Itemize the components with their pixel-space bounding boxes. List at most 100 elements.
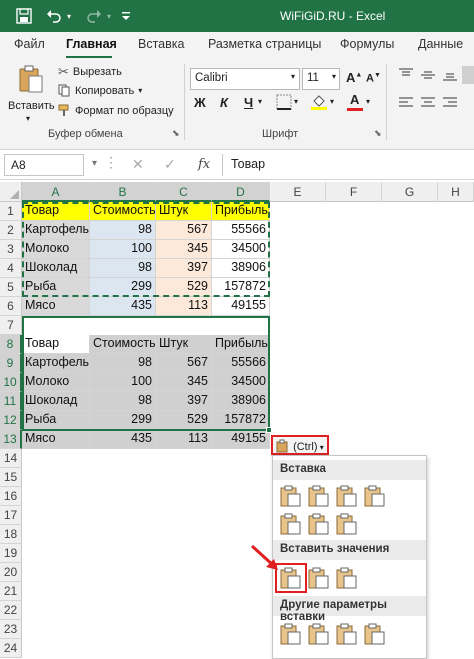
font-launcher-icon[interactable]: ⬊	[374, 128, 382, 139]
row-header-12[interactable]: 12	[0, 411, 22, 430]
row-header-5[interactable]: 5	[0, 278, 22, 297]
tab-insert[interactable]: Вставка	[138, 37, 184, 51]
formatting-icon[interactable]	[279, 622, 303, 646]
row-header-19[interactable]: 19	[0, 544, 22, 563]
row-header-18[interactable]: 18	[0, 525, 22, 544]
table-cell[interactable]: 98	[90, 354, 156, 373]
table-cell[interactable]: 345	[156, 373, 212, 392]
row-header-16[interactable]: 16	[0, 487, 22, 506]
values-source-formatting-icon[interactable]	[335, 566, 359, 590]
row-header-1[interactable]: 1	[0, 202, 22, 221]
table-cell[interactable]: Шоколад	[22, 392, 90, 411]
fx-icon[interactable]: fx	[198, 157, 210, 172]
table-cell[interactable]: 55566	[212, 221, 270, 240]
table-cell[interactable]: 113	[156, 297, 212, 316]
tab-data[interactable]: Данные	[418, 37, 463, 51]
column-header-b[interactable]: B	[90, 182, 156, 202]
borders-icon[interactable]	[276, 94, 292, 110]
name-box-dropdown-icon[interactable]: ▾	[92, 158, 97, 169]
align-right-icon[interactable]	[442, 96, 458, 110]
tab-page-layout[interactable]: Разметка страницы	[208, 37, 321, 51]
table-cell[interactable]: 98	[90, 392, 156, 411]
fill-color-dropdown-icon[interactable]: ▾	[330, 97, 334, 106]
tab-home[interactable]: Главная	[66, 37, 117, 51]
row-header-15[interactable]: 15	[0, 468, 22, 487]
table-cell[interactable]: Рыба	[22, 411, 90, 430]
table-cell[interactable]: 435	[90, 297, 156, 316]
picture-icon[interactable]	[335, 622, 359, 646]
table-cell[interactable]: 299	[90, 278, 156, 297]
row-header-10[interactable]: 10	[0, 373, 22, 392]
table-cell[interactable]: Рыба	[22, 278, 90, 297]
table-cell[interactable]: 567	[156, 354, 212, 373]
table-cell[interactable]: 567	[156, 221, 212, 240]
align-center-icon[interactable]	[420, 96, 436, 110]
cancel-icon[interactable]: ✕	[132, 156, 144, 173]
table-cell[interactable]: Молоко	[22, 240, 90, 259]
name-box[interactable]: A8	[4, 154, 84, 176]
paste-link-icon[interactable]	[307, 622, 331, 646]
row-header-21[interactable]: 21	[0, 582, 22, 601]
row-header-23[interactable]: 23	[0, 620, 22, 639]
table-cell[interactable]: 38906	[212, 392, 270, 411]
clipboard-launcher-icon[interactable]: ⬊	[172, 128, 180, 139]
row-header-11[interactable]: 11	[0, 392, 22, 411]
table-cell[interactable]: 100	[90, 240, 156, 259]
column-header-e[interactable]: E	[270, 182, 326, 202]
table-cell[interactable]: 529	[156, 278, 212, 297]
header-cell[interactable]: Прибыль	[212, 202, 270, 221]
align-bottom-icon[interactable]	[442, 68, 458, 82]
save-icon[interactable]	[14, 6, 34, 26]
row-header-8[interactable]: 8	[0, 335, 22, 354]
header-cell[interactable]: Стоимость	[90, 202, 156, 221]
redo-dropdown-icon[interactable]: ▾	[104, 6, 114, 26]
header-cell[interactable]: Товар	[22, 202, 90, 221]
column-header-g[interactable]: G	[382, 182, 438, 202]
redo-icon[interactable]	[84, 6, 104, 26]
table-cell[interactable]: 34500	[212, 240, 270, 259]
customize-toolbar-icon[interactable]	[116, 6, 136, 26]
linked-picture-icon[interactable]	[363, 622, 387, 646]
table-cell[interactable]: Молоко	[22, 373, 90, 392]
italic-button[interactable]: К	[220, 95, 228, 110]
select-all-button[interactable]	[0, 182, 22, 202]
align-left-icon[interactable]	[398, 96, 414, 110]
table-cell[interactable]: 55566	[212, 354, 270, 373]
no-borders-icon[interactable]	[279, 512, 303, 536]
paste-formulas-number-format-icon[interactable]	[335, 484, 359, 508]
table-cell[interactable]: 397	[156, 392, 212, 411]
transpose-icon[interactable]	[335, 512, 359, 536]
format-painter-button[interactable]: Формат по образцу	[58, 104, 174, 117]
table-cell[interactable]: 98	[90, 259, 156, 278]
underline-button[interactable]: Ч	[244, 95, 253, 110]
table-cell[interactable]: Шоколад	[22, 259, 90, 278]
table-cell[interactable]: Картофель	[22, 354, 90, 373]
copy-button[interactable]: Копировать ▾	[58, 84, 142, 97]
header-cell[interactable]: Товар	[22, 335, 90, 354]
row-header-17[interactable]: 17	[0, 506, 22, 525]
row-header-4[interactable]: 4	[0, 259, 22, 278]
row-header-14[interactable]: 14	[0, 449, 22, 468]
paste-options-button[interactable]: (Ctrl) ▾	[271, 435, 329, 455]
column-header-c[interactable]: C	[156, 182, 212, 202]
row-header-6[interactable]: 6	[0, 297, 22, 316]
header-cell[interactable]: Стоимость	[90, 335, 156, 354]
ribbon-scroll[interactable]	[462, 66, 474, 84]
font-size-combo[interactable]: 11 ▾	[302, 68, 340, 90]
undo-icon[interactable]	[44, 6, 64, 26]
bold-button[interactable]: Ж	[194, 95, 206, 110]
row-header-24[interactable]: 24	[0, 639, 22, 658]
undo-dropdown-icon[interactable]: ▾	[64, 6, 74, 26]
paste-values-icon[interactable]	[279, 566, 303, 590]
table-cell[interactable]: 98	[90, 221, 156, 240]
chevron-down-icon[interactable]: ▾	[291, 72, 295, 81]
table-cell[interactable]: 113	[156, 430, 212, 449]
header-cell[interactable]: Штук	[156, 202, 212, 221]
font-color-dropdown-icon[interactable]: ▾	[366, 97, 370, 106]
enter-icon[interactable]: ✓	[164, 156, 176, 173]
borders-dropdown-icon[interactable]: ▾	[294, 97, 298, 106]
tab-file[interactable]: Файл	[14, 37, 45, 51]
row-header-22[interactable]: 22	[0, 601, 22, 620]
table-cell[interactable]: 157872	[212, 278, 270, 297]
decrease-font-icon[interactable]: A▼	[366, 72, 381, 85]
